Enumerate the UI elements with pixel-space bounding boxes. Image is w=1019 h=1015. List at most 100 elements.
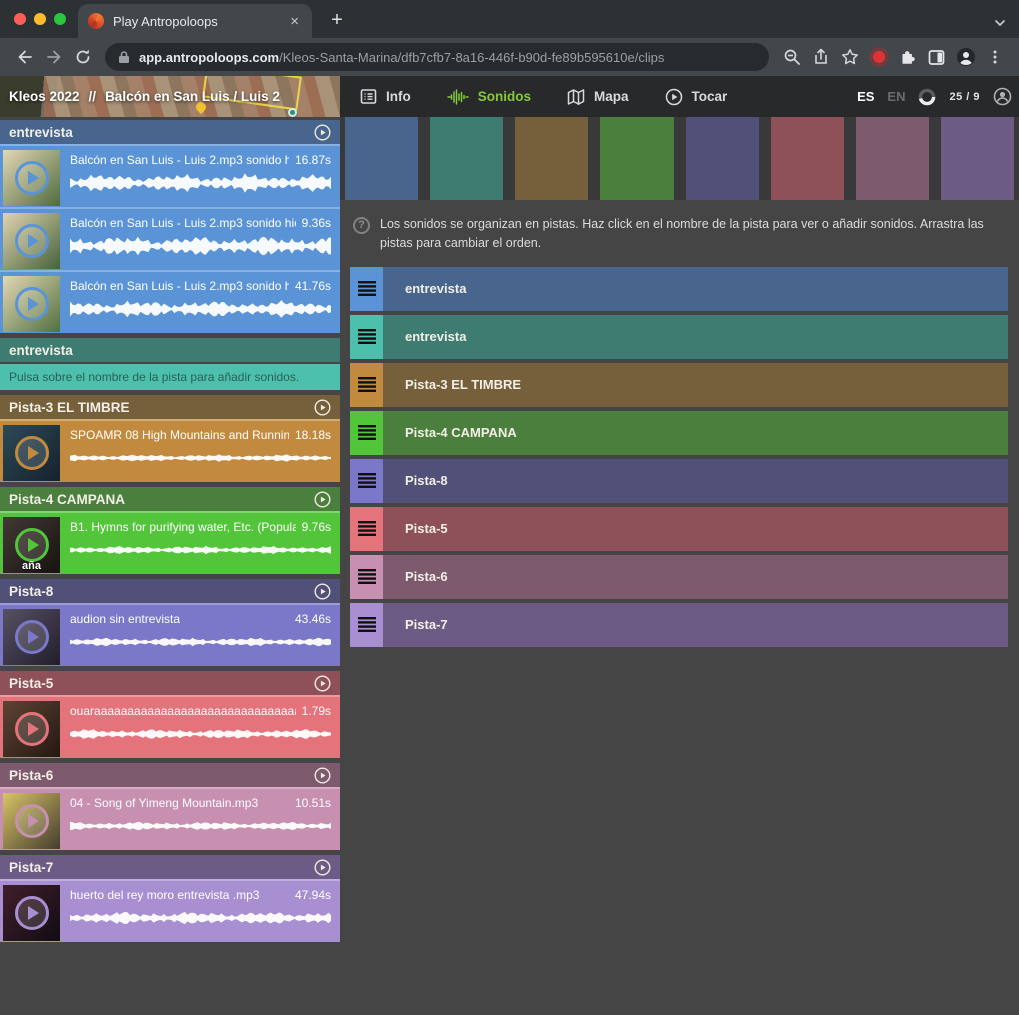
nav-item-sonidos[interactable]: Sonidos: [447, 89, 531, 105]
zoom-window-button[interactable]: [54, 13, 66, 25]
clip-play-overlay-icon[interactable]: [15, 896, 49, 930]
bookmark-star-icon[interactable]: [835, 43, 864, 72]
track-play-button[interactable]: [314, 675, 331, 692]
track-row-name[interactable]: entrevista: [405, 281, 466, 296]
clip-play-overlay-icon[interactable]: [15, 436, 49, 470]
track-row[interactable]: Pista-6: [350, 555, 1008, 599]
tab-title: Play Antropoloops: [113, 14, 287, 29]
track-play-button[interactable]: [314, 767, 331, 784]
clip[interactable]: ouaraaaaaaaaaaaaaaaaaaaaaaaaaaaaaaaaaaa.…: [0, 695, 340, 758]
clip-waveform: [70, 171, 331, 195]
content: entrevistaBalcón en San Luis - Luis 2.mp…: [0, 117, 1019, 1015]
clip-play-overlay-icon[interactable]: [15, 528, 49, 562]
clip[interactable]: añaB1. Hymns for purifying water, Etc. (…: [0, 511, 340, 574]
track-row[interactable]: Pista-8: [350, 459, 1008, 503]
track-header[interactable]: Pista-4 CAMPANA: [0, 487, 340, 511]
track-row-name[interactable]: Pista-3 EL TIMBRE: [405, 377, 521, 392]
main-panel: ? Los sonidos se organizan en pistas. Ha…: [340, 117, 1019, 1015]
list-icon: [360, 88, 377, 105]
record-icon[interactable]: [864, 43, 893, 72]
track-play-button[interactable]: [314, 583, 331, 600]
track-row-name[interactable]: Pista-7: [405, 617, 448, 632]
drag-handle-icon: [358, 473, 376, 488]
nav-item-mapa[interactable]: Mapa: [567, 89, 629, 105]
track-row[interactable]: Pista-3 EL TIMBRE: [350, 363, 1008, 407]
track-header[interactable]: Pista-8: [0, 579, 340, 603]
track-drag-handle[interactable]: [350, 459, 383, 503]
browser-tab[interactable]: Play Antropoloops ×: [78, 4, 312, 38]
clip[interactable]: Balcón en San Luis - Luis 2.mp3 sonido h…: [0, 207, 340, 270]
clip-thumbnail: [3, 885, 60, 941]
extensions-icon[interactable]: [893, 43, 922, 72]
lang-es-button[interactable]: ES: [857, 89, 874, 104]
minimize-window-button[interactable]: [34, 13, 46, 25]
reload-button[interactable]: [68, 43, 97, 72]
track-row-name[interactable]: Pista-5: [405, 521, 448, 536]
track-color-strip: [340, 117, 1019, 200]
clip[interactable]: Balcón en San Luis - Luis 2.mp3 sonido h…: [0, 270, 340, 333]
profile-icon[interactable]: [951, 43, 980, 72]
clip-play-overlay-icon[interactable]: [15, 287, 49, 321]
track-header[interactable]: Pista-7: [0, 855, 340, 879]
clip[interactable]: SPOAMR 08 High Mountains and Running ...…: [0, 419, 340, 482]
track-drag-handle[interactable]: [350, 315, 383, 359]
clip-play-overlay-icon[interactable]: [15, 161, 49, 195]
clip-play-overlay-icon[interactable]: [15, 224, 49, 258]
clip-play-overlay-icon[interactable]: [15, 620, 49, 654]
back-button[interactable]: [10, 43, 39, 72]
track-header[interactable]: entrevista: [0, 120, 340, 144]
clip[interactable]: huerto del rey moro entrevista .mp347.94…: [0, 879, 340, 942]
track-row[interactable]: entrevista: [350, 315, 1008, 359]
track-drag-handle[interactable]: [350, 555, 383, 599]
track-drag-handle[interactable]: [350, 507, 383, 551]
account-icon[interactable]: [993, 87, 1012, 106]
track-header[interactable]: Pista-6: [0, 763, 340, 787]
track-row-name[interactable]: entrevista: [405, 329, 466, 344]
clip-play-overlay-icon[interactable]: [15, 712, 49, 746]
track-drag-handle[interactable]: [350, 267, 383, 311]
thumbnail-caption: aña: [3, 560, 60, 572]
tab-search-chevron-icon[interactable]: [993, 16, 1007, 30]
drag-handle-icon: [358, 521, 376, 536]
close-window-button[interactable]: [14, 13, 26, 25]
track-row[interactable]: Pista-7: [350, 603, 1008, 647]
nav-item-tocar[interactable]: Tocar: [665, 88, 728, 106]
track-header[interactable]: Pista-3 EL TIMBRE: [0, 395, 340, 419]
clip[interactable]: Balcón en San Luis - Luis 2.mp3 sonido h…: [0, 144, 340, 207]
track-drag-handle[interactable]: [350, 363, 383, 407]
zoom-icon[interactable]: [777, 43, 806, 72]
track-play-button[interactable]: [314, 124, 331, 141]
track-drag-handle[interactable]: [350, 411, 383, 455]
clip-waveform: [70, 814, 331, 838]
track-section: Pista-7huerto del rey moro entrevista .m…: [0, 855, 340, 942]
menu-icon[interactable]: [980, 43, 1009, 72]
track-play-button[interactable]: [314, 491, 331, 508]
track-row[interactable]: Pista-5: [350, 507, 1008, 551]
track-row[interactable]: entrevista: [350, 267, 1008, 311]
lang-en-button[interactable]: EN: [887, 89, 905, 104]
track-drag-handle[interactable]: [350, 603, 383, 647]
nav-item-info[interactable]: Info: [360, 88, 411, 105]
new-tab-button[interactable]: +: [324, 7, 350, 33]
clip[interactable]: 04 - Song of Yimeng Mountain.mp310.51s: [0, 787, 340, 850]
track-header[interactable]: entrevista: [0, 338, 340, 362]
breadcrumb-separator: //: [89, 89, 97, 104]
track-play-button[interactable]: [314, 399, 331, 416]
waveform-icon: [447, 89, 469, 105]
forward-button[interactable]: [39, 43, 68, 72]
share-icon[interactable]: [806, 43, 835, 72]
track-header[interactable]: Pista-5: [0, 671, 340, 695]
side-panel-icon[interactable]: [922, 43, 951, 72]
track-color-swatch: [600, 117, 673, 200]
track-play-button[interactable]: [314, 859, 331, 876]
track-row[interactable]: Pista-4 CAMPANA: [350, 411, 1008, 455]
track-row-name[interactable]: Pista-8: [405, 473, 448, 488]
track-row-name[interactable]: Pista-4 CAMPANA: [405, 425, 517, 440]
track-row-name[interactable]: Pista-6: [405, 569, 448, 584]
clip[interactable]: audion sin entrevista43.46s: [0, 603, 340, 666]
url-path: /Kleos-Santa-Marina/dfb7cfb7-8a16-446f-b…: [279, 50, 664, 65]
address-bar[interactable]: app.antropoloops.com/Kleos-Santa-Marina/…: [105, 43, 769, 71]
clip-play-overlay-icon[interactable]: [15, 804, 49, 838]
breadcrumb-project[interactable]: Kleos 2022: [9, 89, 80, 104]
tab-close-icon[interactable]: ×: [287, 14, 302, 29]
